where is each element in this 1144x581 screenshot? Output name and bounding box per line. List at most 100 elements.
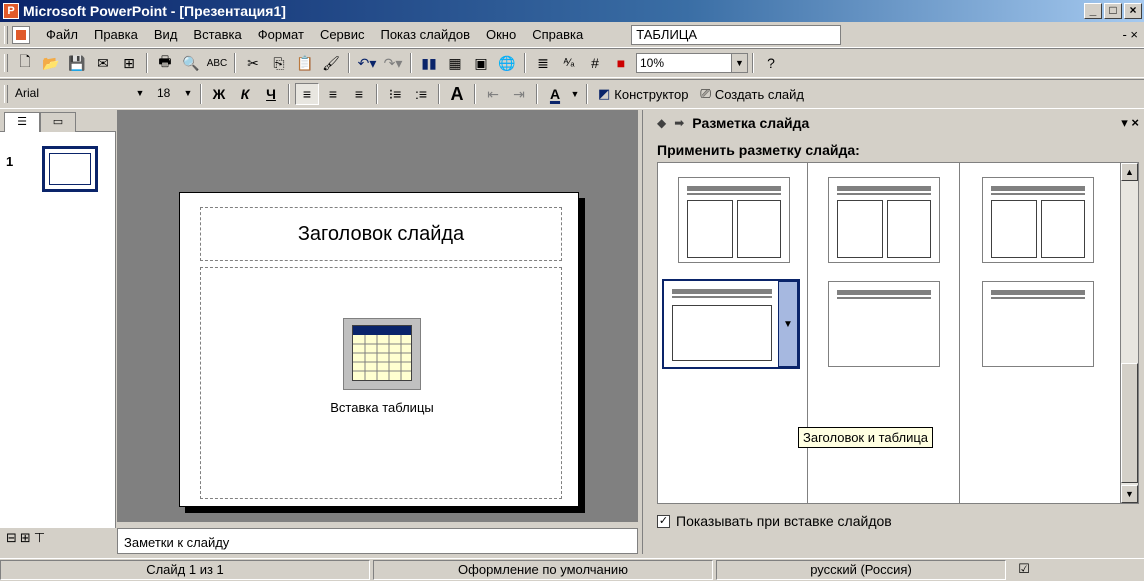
menu-view[interactable]: Вид xyxy=(146,27,186,42)
chevron-down-icon[interactable]: ▼ xyxy=(132,84,148,102)
menu-edit[interactable]: Правка xyxy=(86,27,146,42)
insert-table-icon[interactable]: ▦ xyxy=(443,52,467,74)
close-button[interactable]: × xyxy=(1124,3,1142,19)
chevron-down-icon[interactable]: ▼ xyxy=(778,281,798,367)
layout-title-diagram[interactable] xyxy=(828,281,940,367)
email-icon[interactable]: ⊞ xyxy=(117,52,141,74)
menu-bar-controls[interactable]: - × xyxy=(1122,27,1138,42)
normal-view-icon[interactable]: ⊟ xyxy=(6,530,17,546)
menu-window[interactable]: Окно xyxy=(478,27,524,42)
open-icon[interactable]: 📂 xyxy=(39,52,63,74)
print-preview-icon[interactable]: 🔍 xyxy=(179,52,203,74)
menu-help[interactable]: Справка xyxy=(524,27,591,42)
font-combo[interactable]: Arial ▼ xyxy=(12,84,148,104)
document-icon[interactable] xyxy=(12,25,30,44)
show-on-insert-option[interactable]: ✓ Показывать при вставке слайдов xyxy=(657,513,892,529)
color-grayscale-icon[interactable]: ■ xyxy=(609,52,633,74)
tables-borders-icon[interactable]: ▣ xyxy=(469,52,493,74)
insert-hyperlink-icon[interactable]: 🌐 xyxy=(495,52,519,74)
save-icon[interactable]: 💾 xyxy=(65,52,89,74)
underline-button[interactable]: Ч xyxy=(259,83,283,105)
italic-button[interactable]: К xyxy=(233,83,257,105)
forward-icon[interactable]: ➡ xyxy=(674,116,684,130)
design-button[interactable]: ◩ Конструктор xyxy=(592,86,694,102)
title-placeholder[interactable]: Заголовок слайда xyxy=(200,207,562,261)
format-painter-icon[interactable]: 🖌 xyxy=(319,52,343,74)
show-grid-icon[interactable]: # xyxy=(583,52,607,74)
scroll-down-icon[interactable]: ▼ xyxy=(1121,485,1138,503)
maximize-button[interactable]: □ xyxy=(1104,3,1122,19)
print-icon[interactable]: 🖶 xyxy=(153,52,177,74)
toolbar-grip[interactable] xyxy=(4,54,8,72)
slideshow-icon[interactable]: ⊤ xyxy=(34,530,45,546)
task-pane: ◆ ➡ Разметка слайда ▾ × Применить размет… xyxy=(642,110,1144,554)
back-icon[interactable]: ◆ xyxy=(657,116,666,130)
redo-icon[interactable]: ↷▾ xyxy=(381,52,405,74)
zoom-combo[interactable]: 10% ▼ xyxy=(636,53,748,73)
scroll-thumb[interactable] xyxy=(1121,363,1138,483)
chevron-down-icon[interactable]: ▼ xyxy=(180,84,196,102)
undo-icon[interactable]: ↶▾ xyxy=(355,52,379,74)
chevron-down-icon[interactable]: ▼ xyxy=(569,83,581,105)
toolbar-grip[interactable] xyxy=(4,85,8,103)
insert-chart-icon[interactable]: ▮▮ xyxy=(417,52,441,74)
checkbox-checked-icon[interactable]: ✓ xyxy=(657,514,670,528)
menu-insert[interactable]: Вставка xyxy=(185,27,249,42)
powerpoint-icon[interactable]: P xyxy=(3,3,19,19)
expand-all-icon[interactable]: ≣ xyxy=(531,52,555,74)
separator xyxy=(146,53,148,73)
new-icon[interactable]: 🗋 xyxy=(13,52,37,74)
menu-tools[interactable]: Сервис xyxy=(312,27,373,42)
layout-tooltip: Заголовок и таблица xyxy=(798,427,934,448)
menu-file[interactable]: Файл xyxy=(38,27,86,42)
tab-outline[interactable]: ☰ xyxy=(4,112,40,132)
notes-pane[interactable]: Заметки к слайду xyxy=(117,528,638,554)
design-icon: ◩ xyxy=(598,86,611,101)
menu-slideshow[interactable]: Показ слайдов xyxy=(372,27,478,42)
layout-title-chart[interactable] xyxy=(982,281,1094,367)
menu-grip[interactable] xyxy=(4,25,8,44)
align-right-icon[interactable]: ≡ xyxy=(347,83,371,105)
separator xyxy=(376,84,378,104)
layout-title-text-media[interactable] xyxy=(828,177,940,263)
copy-icon[interactable]: ⎘ xyxy=(267,52,291,74)
slide-thumbnail[interactable] xyxy=(42,146,98,192)
permission-icon[interactable]: ✉ xyxy=(91,52,115,74)
gallery-scrollbar[interactable]: ▲ ▼ xyxy=(1120,163,1138,503)
slide-sorter-icon[interactable]: ⊞ xyxy=(20,530,31,546)
minimize-button[interactable]: _ xyxy=(1084,3,1102,19)
new-slide-button[interactable]: ⎚ Создать слайд xyxy=(694,86,810,102)
increase-font-icon[interactable]: A xyxy=(445,83,469,105)
scroll-up-icon[interactable]: ▲ xyxy=(1121,163,1138,181)
align-left-icon[interactable]: ≡ xyxy=(295,83,319,105)
decrease-indent-icon[interactable]: ⇤ xyxy=(481,83,505,105)
align-center-icon[interactable]: ≡ xyxy=(321,83,345,105)
increase-indent-icon[interactable]: ⇥ xyxy=(507,83,531,105)
task-pane-close[interactable]: ▾ × xyxy=(1121,115,1139,131)
layout-title-media-text[interactable] xyxy=(982,177,1094,263)
menu-format[interactable]: Формат xyxy=(250,27,312,42)
paste-icon[interactable]: 📋 xyxy=(293,52,317,74)
help-icon[interactable]: ? xyxy=(759,52,783,74)
bold-button[interactable]: Ж xyxy=(207,83,231,105)
font-size-combo[interactable]: 18 ▼ xyxy=(154,84,196,104)
content-placeholder[interactable]: Вставка таблицы xyxy=(200,267,562,499)
numbering-icon[interactable]: ⁝≡ xyxy=(383,83,407,105)
layout-title-chart-text[interactable] xyxy=(678,177,790,263)
status-bar: Слайд 1 из 1 Оформление по умолчанию рус… xyxy=(0,558,1144,581)
show-formatting-icon[interactable]: ᴬ⁄ₐ xyxy=(557,52,581,74)
spelling-status-icon[interactable]: ☑ xyxy=(1009,560,1039,580)
chevron-down-icon[interactable]: ▼ xyxy=(731,54,747,72)
column-separator xyxy=(959,163,960,503)
font-color-icon[interactable]: A xyxy=(543,83,567,105)
ask-question-input[interactable]: ТАБЛИЦА xyxy=(631,24,842,45)
separator xyxy=(524,53,526,73)
slide-canvas[interactable]: Заголовок слайда Вставка таблицы xyxy=(179,192,579,507)
table-icon xyxy=(352,325,412,381)
cut-icon[interactable]: ✂ xyxy=(241,52,265,74)
insert-table-button[interactable] xyxy=(343,318,421,390)
tab-slides[interactable]: ▭ xyxy=(40,112,76,132)
task-pane-header: ◆ ➡ Разметка слайда ▾ × xyxy=(643,110,1144,136)
bullets-icon[interactable]: :≡ xyxy=(409,83,433,105)
spelling-icon[interactable]: ABC xyxy=(205,52,229,74)
